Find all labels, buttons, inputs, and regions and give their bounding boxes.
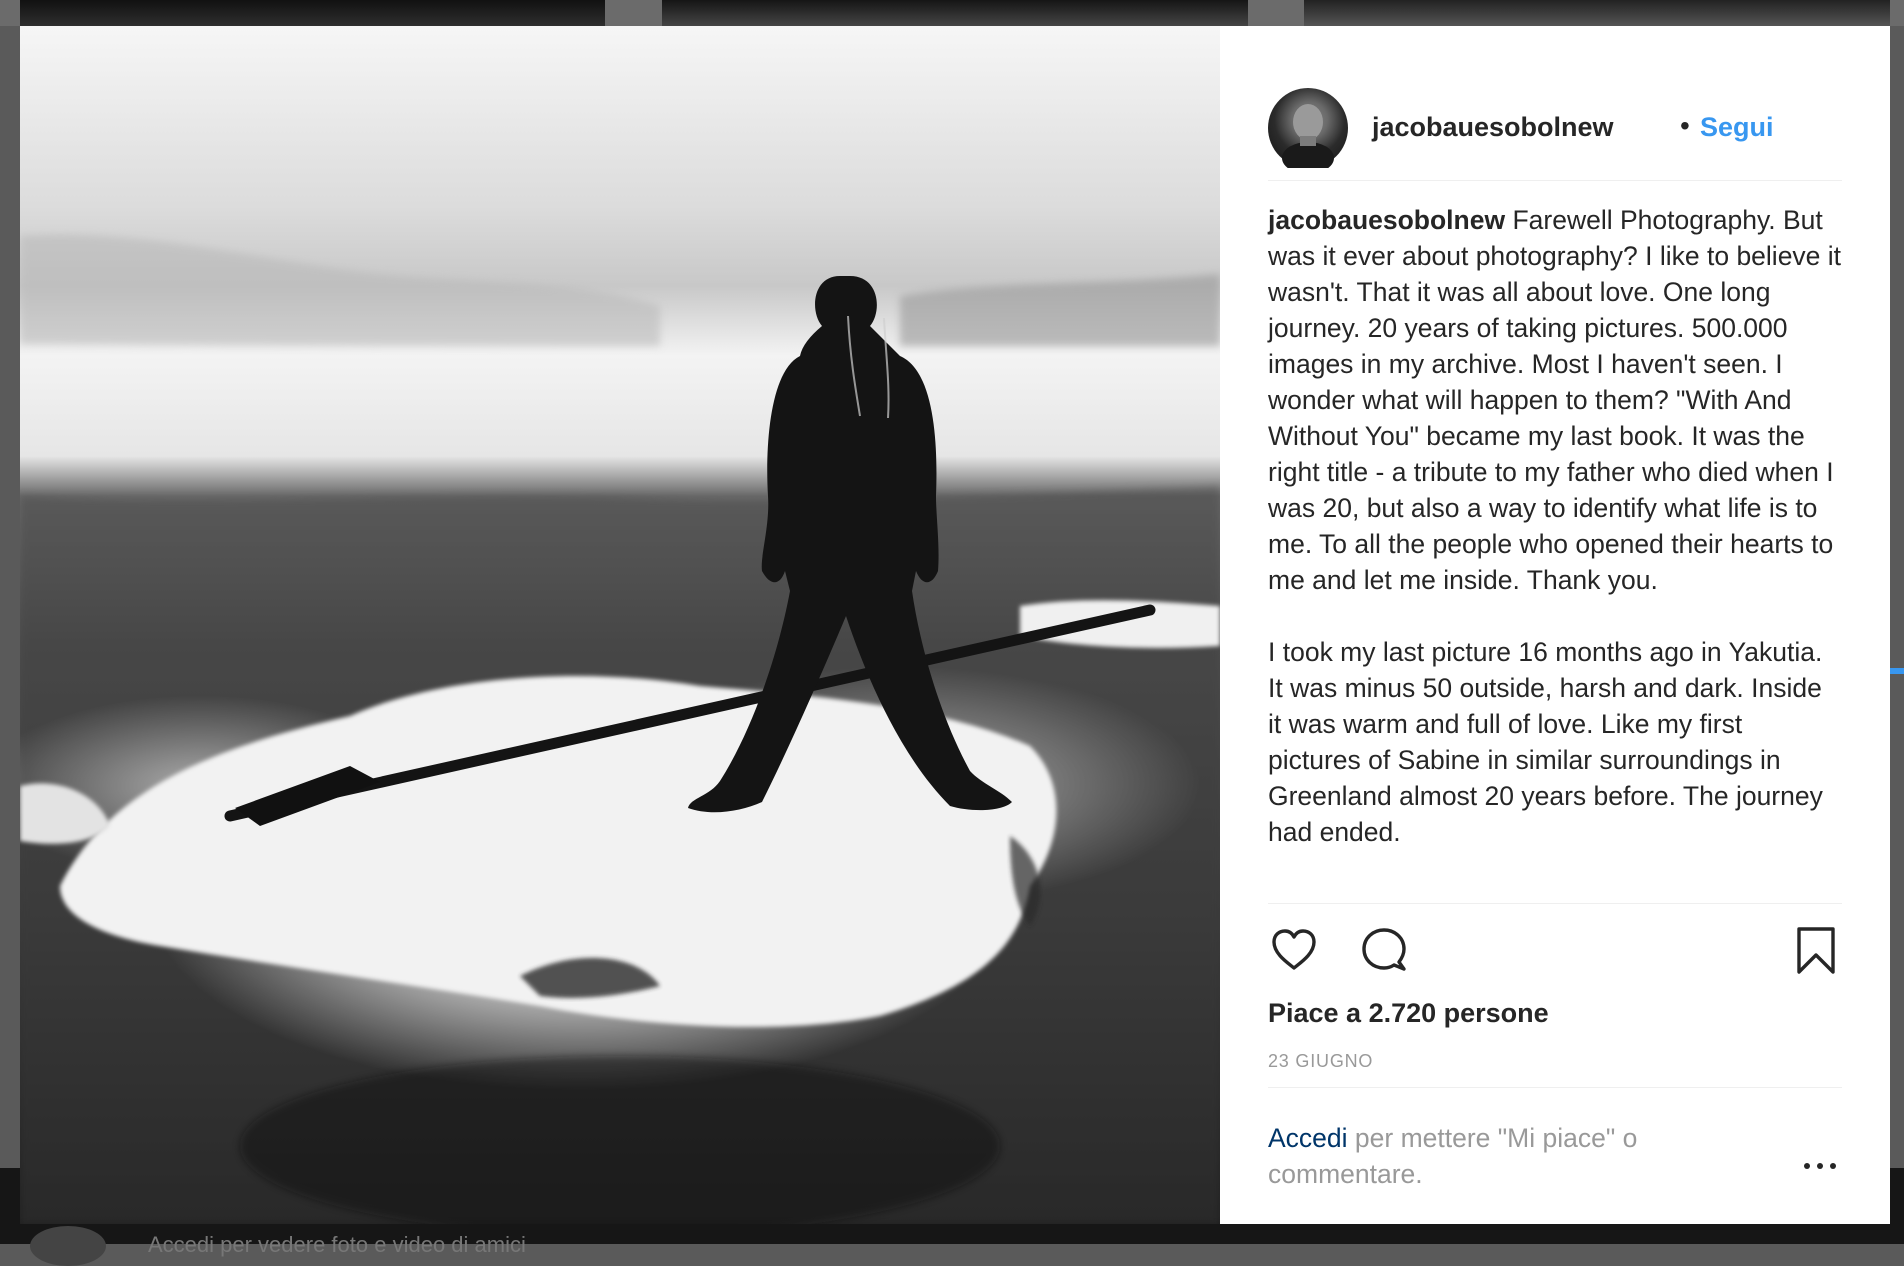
follow-button[interactable]: Segui [1700, 112, 1774, 143]
caption-username-link[interactable]: jacobauesobolnew [1268, 205, 1505, 235]
background-thumbnail[interactable] [20, 0, 605, 26]
background-thumbnail-strip [0, 0, 1904, 26]
background-thumbnail[interactable] [662, 0, 1248, 26]
distant-hills [900, 274, 1220, 346]
background-thumbnail[interactable] [1304, 0, 1890, 26]
caption-paragraph-2: I took my last picture 16 months ago in … [1268, 637, 1823, 847]
background-avatar [30, 1226, 106, 1266]
login-link[interactable]: Accedi [1268, 1123, 1348, 1153]
caption-paragraph-1: jacobauesobolnew Farewell Photography. B… [1268, 202, 1842, 598]
caption-text-1: Farewell Photography. But was it ever ab… [1268, 205, 1842, 595]
post-modal: jacobauesobolnew • Segui jacobauesobolne… [20, 26, 1890, 1224]
likes-count-link[interactable]: Piace a 2.720 persone [1268, 998, 1549, 1029]
login-divider [1268, 1087, 1842, 1088]
post-photo[interactable] [20, 26, 1220, 1224]
avatar-portrait-icon [1282, 104, 1334, 174]
photo-illustration [20, 234, 1220, 1224]
post-actions [1268, 918, 1842, 982]
background-accent [1890, 668, 1904, 674]
distant-mountains [20, 234, 660, 346]
login-prompt: Accedi per mettere "Mi piace" o commenta… [1268, 1120, 1728, 1192]
ellipsis-icon[interactable] [1804, 1158, 1840, 1174]
author-username-link[interactable]: jacobauesobolnew [1372, 112, 1614, 143]
speech-bubble-icon[interactable] [1358, 924, 1410, 976]
author-avatar[interactable] [1268, 88, 1348, 174]
post-date[interactable]: 23 GIUGNO [1268, 1051, 1373, 1072]
ice-chunk [1020, 600, 1220, 648]
header-separator-dot: • [1680, 110, 1690, 141]
bookmark-icon[interactable] [1790, 924, 1842, 976]
actions-divider [1268, 903, 1842, 904]
heart-icon[interactable] [1268, 924, 1320, 976]
background-login-text: Accedi per vedere foto e video di amici [148, 1232, 526, 1257]
post-caption: jacobauesobolnew Farewell Photography. B… [1268, 202, 1842, 850]
post-side-panel: jacobauesobolnew • Segui jacobauesobolne… [1220, 26, 1890, 1224]
post-header: jacobauesobolnew • Segui [1268, 62, 1842, 181]
